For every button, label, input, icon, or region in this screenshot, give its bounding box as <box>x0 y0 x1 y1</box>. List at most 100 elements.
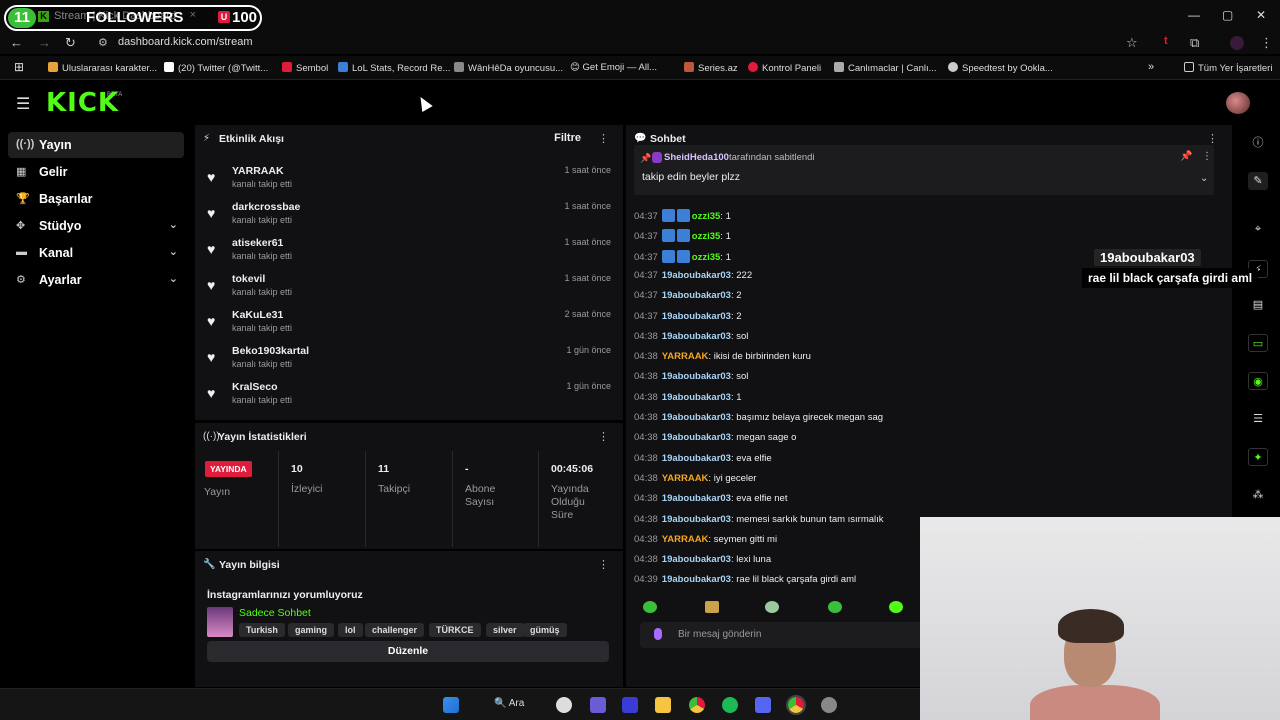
all-bookmarks-folder[interactable]: Tüm Yer İşaretleri <box>1184 62 1272 74</box>
chrome-icon[interactable] <box>689 697 705 713</box>
profile-avatar[interactable] <box>1230 36 1244 50</box>
more-options-icon[interactable]: ⋮ <box>598 132 609 145</box>
restore-icon[interactable]: ▢ <box>1222 8 1233 22</box>
message-username[interactable]: 19aboubakar03 <box>662 493 731 504</box>
reload-icon[interactable]: ↻ <box>65 35 76 51</box>
share-icon[interactable]: ⁂ <box>1248 486 1268 504</box>
bookmarks-overflow-icon[interactable]: » <box>1148 61 1154 73</box>
chrome-active-icon[interactable] <box>786 695 806 715</box>
chat-input[interactable]: Bir mesaj gönderin <box>640 622 940 648</box>
emote-icon[interactable] <box>643 601 657 613</box>
unpin-icon[interactable]: 📌 <box>1180 151 1192 162</box>
apps-grid-icon[interactable]: ⊞ <box>14 60 24 74</box>
hamburger-menu-icon[interactable]: ☰ <box>16 94 30 114</box>
info-icon[interactable]: ⓘ <box>1248 134 1268 152</box>
taskbar-search[interactable]: 🔍 Ara <box>494 698 524 709</box>
follower-name[interactable]: YARRAAK <box>232 165 284 177</box>
emote-icon[interactable] <box>765 601 779 613</box>
chat-bubble-icon[interactable]: ▭ <box>1248 334 1268 352</box>
more-options-icon[interactable]: ⋮ <box>598 558 609 571</box>
message-username[interactable]: 19aboubakar03 <box>662 290 731 301</box>
bookmark-item[interactable]: 😊 Get Emoji — All... <box>570 62 657 73</box>
message-username[interactable]: 19aboubakar03 <box>662 574 731 585</box>
close-window-icon[interactable]: ✕ <box>1256 8 1266 22</box>
sidebar-item-basarilar[interactable]: 🏆 Başarılar <box>8 186 184 212</box>
sidebar-item-kanal[interactable]: ▬ Kanal ⌄ <box>8 240 184 266</box>
wrench-icon[interactable]: ✦ <box>1248 448 1268 466</box>
user-avatar[interactable] <box>1226 92 1250 114</box>
browser-menu-icon[interactable]: ⋮ <box>1260 35 1273 51</box>
message-username[interactable]: 19aboubakar03 <box>662 514 731 525</box>
bookmark-item[interactable]: Speedtest by Ookla... <box>948 62 1053 74</box>
follower-name[interactable]: KralSeco <box>232 381 278 393</box>
bookmark-item[interactable]: Canlımaclar | Canlı... <box>834 62 937 74</box>
pencil-icon[interactable]: ✎ <box>1248 172 1268 190</box>
app-icon[interactable] <box>590 697 606 713</box>
tag-chip[interactable]: silver <box>486 623 524 637</box>
folder-icon[interactable] <box>655 697 671 713</box>
bookmark-item[interactable]: Kontrol Paneli <box>748 62 821 74</box>
tag-chip[interactable]: TÜRKCE <box>429 623 481 637</box>
tag-chip[interactable]: lol <box>338 623 363 637</box>
bookmark-item[interactable]: Series.az <box>684 62 738 74</box>
bookmark-star-icon[interactable]: ☆ <box>1126 35 1138 51</box>
bookmark-item[interactable]: Uluslararası karakter... <box>48 62 157 74</box>
app-icon[interactable] <box>821 697 837 713</box>
message-username[interactable]: YARRAAK <box>662 534 709 545</box>
emote-icon[interactable] <box>828 601 842 613</box>
emote-icon[interactable] <box>889 601 903 613</box>
category-thumbnail[interactable] <box>207 607 233 637</box>
extensions-puzzle-icon[interactable]: ⧉ <box>1190 35 1199 51</box>
message-username[interactable]: 19aboubakar03 <box>662 412 731 423</box>
tag-chip[interactable]: gaming <box>288 623 335 637</box>
tag-chip[interactable]: Turkish <box>239 623 285 637</box>
message-username[interactable]: ozzi35 <box>692 231 721 242</box>
app-icon[interactable] <box>556 697 572 713</box>
message-username[interactable]: ozzi35 <box>692 252 721 263</box>
more-options-icon[interactable]: ⋮ <box>1207 132 1218 145</box>
message-username[interactable]: YARRAAK <box>662 351 709 362</box>
discord-icon[interactable] <box>755 697 771 713</box>
back-icon[interactable]: ← <box>10 35 23 50</box>
filter-button[interactable]: Filtre <box>554 132 581 144</box>
chevron-down-icon[interactable]: ⌄ <box>1200 173 1208 184</box>
site-info-icon[interactable]: ⚙ <box>98 36 108 49</box>
extension-icon[interactable]: t <box>1164 35 1168 47</box>
windows-start-icon[interactable] <box>443 697 459 713</box>
app-icon[interactable] <box>622 697 638 713</box>
follower-name[interactable]: darkcrossbae <box>232 201 300 213</box>
more-options-icon[interactable]: ⋮ <box>1202 151 1212 162</box>
message-username[interactable]: 19aboubakar03 <box>662 432 731 443</box>
sidebar-item-ayarlar[interactable]: ⚙ Ayarlar ⌄ <box>8 267 184 293</box>
url-input[interactable]: dashboard.kick.com/stream <box>118 36 253 48</box>
sidebar-item-gelir[interactable]: ▦ Gelir <box>8 159 184 185</box>
mic-icon[interactable] <box>654 628 662 640</box>
message-username[interactable]: 19aboubakar03 <box>662 554 731 565</box>
pinned-by-user[interactable]: SheidHeda100 <box>664 152 729 163</box>
emote-icon[interactable] <box>705 601 719 613</box>
sidebar-item-yayin[interactable]: ((·)) Yayın <box>8 132 184 158</box>
server-icon[interactable]: ☰ <box>1248 410 1268 428</box>
clip-icon[interactable]: ⌖ <box>1248 220 1268 238</box>
more-options-icon[interactable]: ⋮ <box>598 430 609 443</box>
edit-stream-info-button[interactable]: Düzenle <box>207 641 609 662</box>
message-username[interactable]: 19aboubakar03 <box>662 270 731 281</box>
message-username[interactable]: ozzi35 <box>692 211 721 222</box>
follower-name[interactable]: atiseker61 <box>232 237 283 249</box>
message-username[interactable]: 19aboubakar03 <box>662 392 731 403</box>
spotify-icon[interactable] <box>722 697 738 713</box>
forward-icon[interactable]: → <box>38 35 51 50</box>
bookmark-item[interactable]: LoL Stats, Record Re... <box>338 62 450 74</box>
document-icon[interactable]: ▤ <box>1248 296 1268 314</box>
bookmark-item[interactable]: WânHêDa oyuncusu... <box>454 62 563 74</box>
message-username[interactable]: 19aboubakar03 <box>662 311 731 322</box>
tag-chip[interactable]: gümüş <box>523 623 567 637</box>
follower-name[interactable]: Beko1903kartal <box>232 345 309 357</box>
tag-chip[interactable]: challenger <box>365 623 425 637</box>
category-name[interactable]: Sadece Sohbet <box>239 607 311 619</box>
broadcast-icon[interactable]: ◉ <box>1248 372 1268 390</box>
follower-name[interactable]: tokevil <box>232 273 265 285</box>
sidebar-item-studyo[interactable]: ✥ Stüdyo ⌄ <box>8 213 184 239</box>
bookmark-item[interactable]: Sembol <box>282 62 328 74</box>
follower-name[interactable]: KaKuLe31 <box>232 309 283 321</box>
